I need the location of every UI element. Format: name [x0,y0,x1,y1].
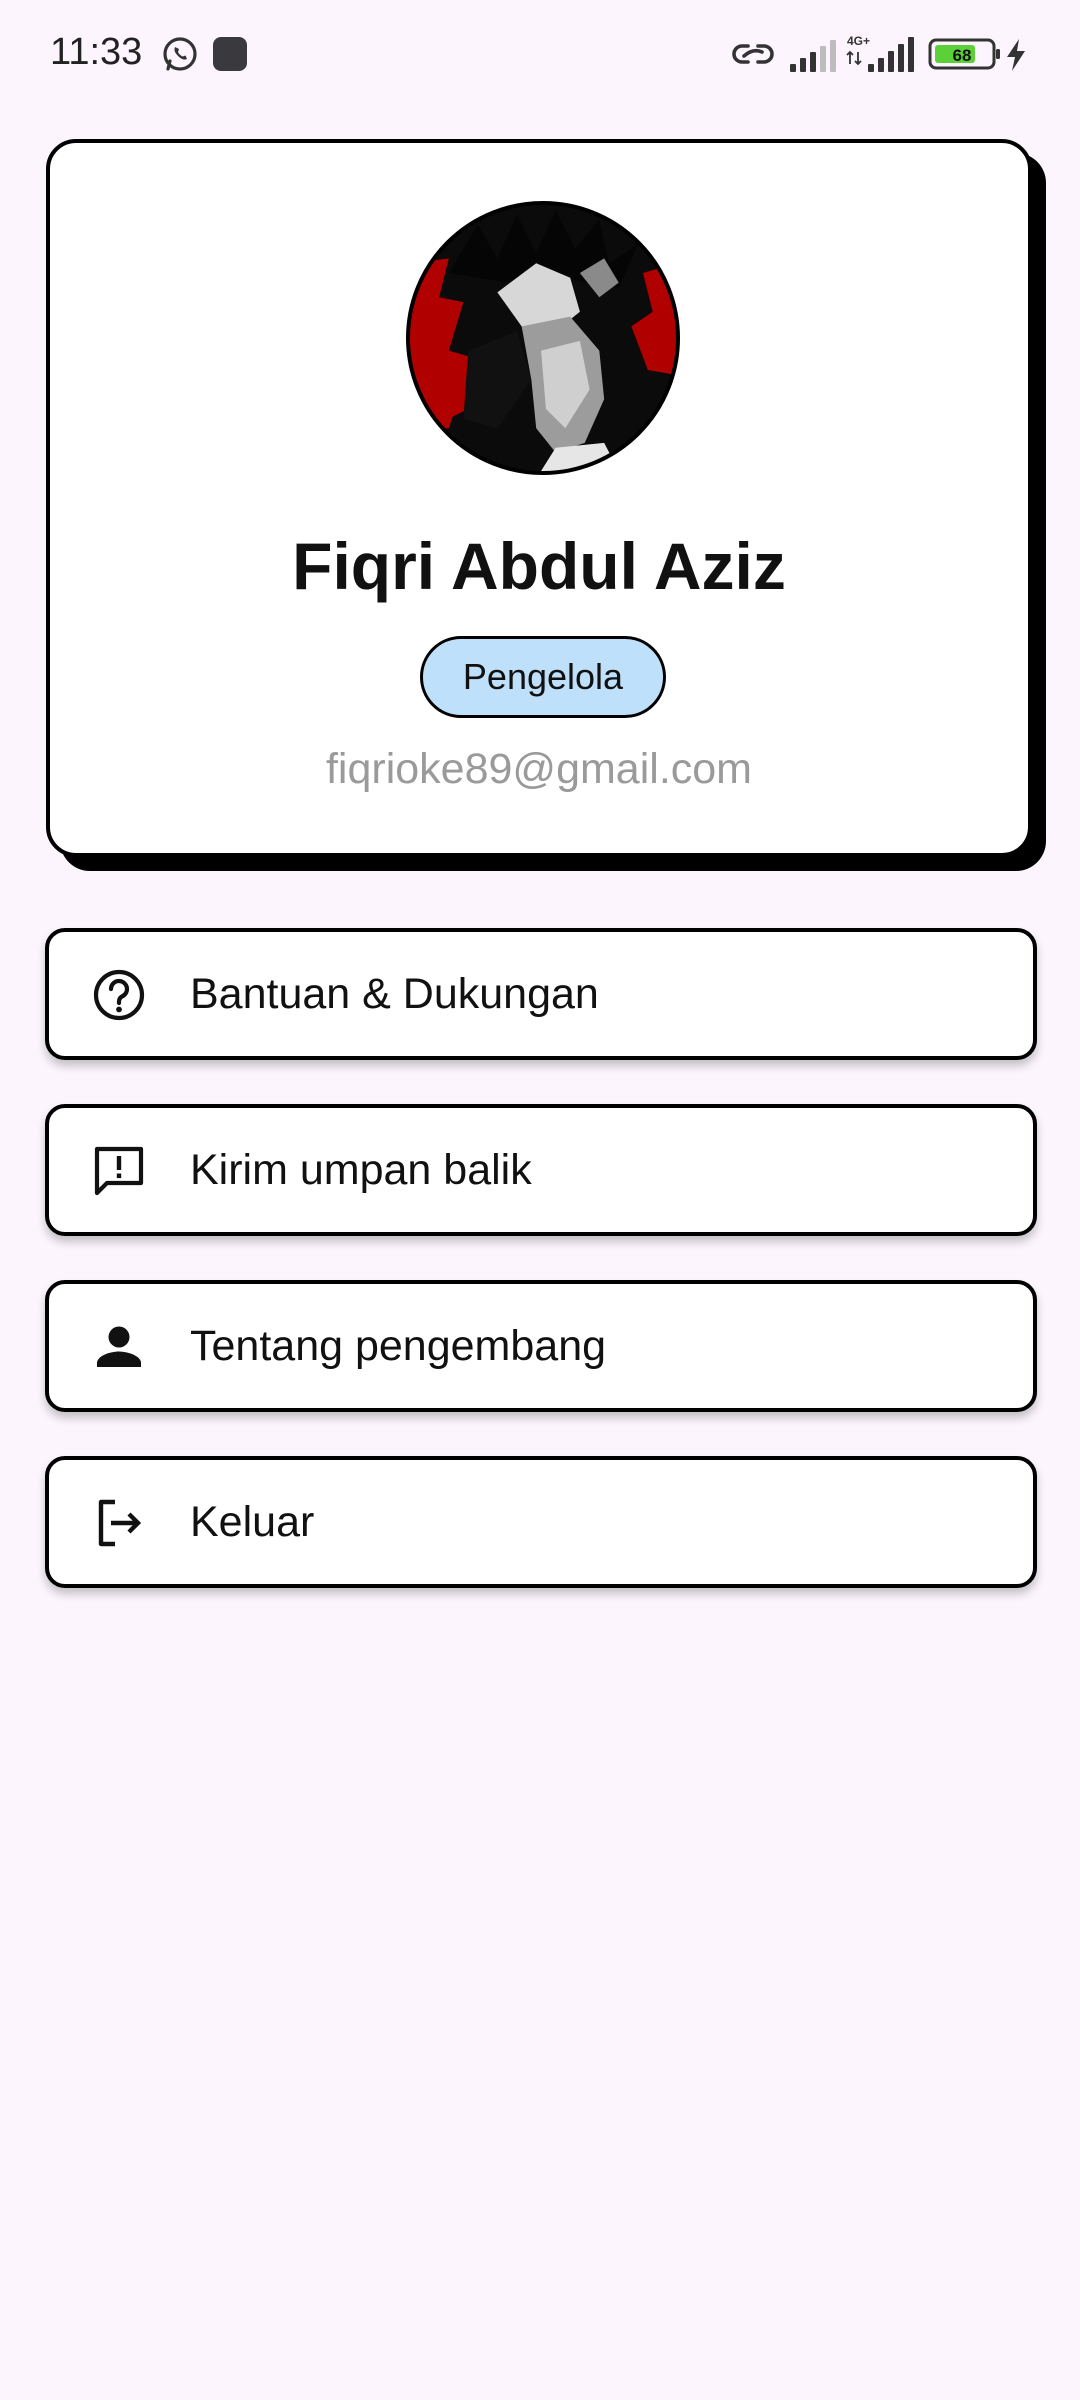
profile-card: Fiqri Abdul Aziz Pengelola fiqrioke89@gm… [46,139,1032,857]
status-time: 11:33 [50,31,143,73]
menu-item-help-support[interactable]: Bantuan & Dukungan [45,928,1037,1060]
avatar-image [410,205,676,471]
menu-item-logout[interactable]: Keluar [45,1456,1037,1588]
help-circle-icon [91,967,147,1023]
menu-item-label: Bantuan & Dukungan [190,970,599,1018]
role-badge-label: Pengelola [462,656,624,697]
logout-icon [91,1495,147,1551]
menu-item-about-developer[interactable]: Tentang pengembang [45,1280,1037,1412]
app-notification-icon [213,37,247,71]
battery-icon: 68 [928,38,1000,70]
menu-item-label: Tentang pengembang [190,1322,607,1370]
menu-item-label: Kirim umpan balik [190,1146,532,1194]
signal-4g-icon: 4G+ [846,34,914,72]
network-type-label: 4G+ [847,34,870,48]
profile-name: Fiqri Abdul Aziz [292,529,786,603]
person-icon [91,1319,147,1375]
whatsapp-icon [163,37,197,71]
menu-item-feedback[interactable]: Kirim umpan balik [45,1104,1037,1236]
feedback-icon [91,1143,147,1199]
avatar[interactable] [406,201,680,475]
status-bar: 11:33 4G+ 68 [0,0,1080,110]
role-badge: Pengelola [420,636,666,718]
charging-icon [1007,39,1025,71]
battery-level: 68 [953,46,972,65]
menu-item-label: Keluar [190,1498,315,1546]
profile-email: fiqrioke89@gmail.com [325,745,753,793]
link-icon [732,44,774,64]
signal-icon [790,40,836,72]
